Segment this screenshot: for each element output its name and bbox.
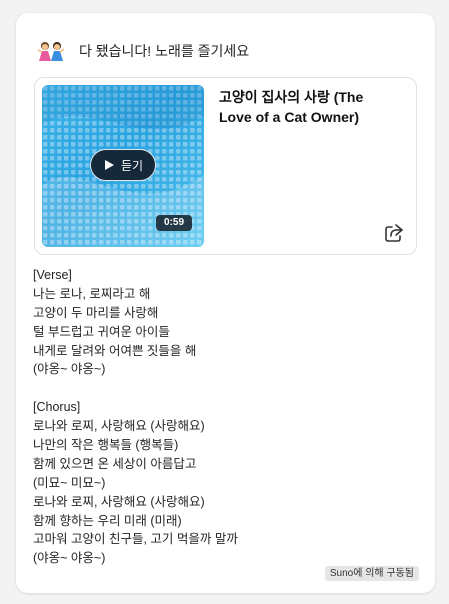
album-cover: 듣기 0:59 [42, 85, 204, 247]
lyric-line: 나만의 작은 행복들 (행복들) [33, 438, 179, 453]
share-icon [385, 224, 403, 242]
lyric-line: 털 부드럽고 귀여운 아이들 [33, 324, 170, 339]
song-title: 고양이 집사의 사랑 (The Love of a Cat Owner) [219, 89, 364, 125]
lyric-line: 함께 있으면 온 세상이 아름답고 [33, 456, 197, 471]
message-header: 다 됐습니다! 노래를 즐기세요 [36, 39, 249, 63]
play-button[interactable]: 듣기 [90, 149, 156, 181]
lyric-line [33, 379, 413, 398]
duration-badge: 0:59 [156, 215, 192, 231]
completion-message: 다 됐습니다! 노래를 즐기세요 [79, 43, 250, 59]
dancing-people-icon [36, 40, 66, 62]
lyrics-block: [Verse] 나는 로나, 로찌라고 해 고양이 두 마리를 사랑해 털 부드… [33, 266, 413, 568]
lyric-line: [Verse] [33, 268, 72, 282]
lyric-line: 로나와 로찌, 사랑해요 (사랑해요) [33, 494, 205, 509]
song-card: 듣기 0:59 고양이 집사의 사랑 (The Love of a Cat Ow… [34, 77, 417, 255]
lyric-line: 나는 로나, 로찌라고 해 [33, 286, 151, 301]
chat-message-card: 다 됐습니다! 노래를 즐기세요 듣기 0:59 고양이 집사의 사랑 (The… [16, 13, 435, 593]
share-button[interactable] [383, 222, 405, 244]
lyric-line: 로나와 로찌, 사랑해요 (사랑해요) [33, 419, 205, 434]
lyric-line: 고마워 고양이 친구들, 고기 먹을까 말까 [33, 532, 238, 547]
lyric-line: 내게로 달려와 어여쁜 짓들을 해 [33, 343, 197, 358]
lyric-line: 함께 향하는 우리 미래 (미래) [33, 513, 182, 528]
lyric-line: (미묘~ 미묘~) [33, 475, 106, 490]
powered-by-badge: Suno에 의해 구동됨 [324, 566, 419, 581]
play-icon [103, 159, 115, 171]
lyric-line: (야옹~ 야옹~) [33, 362, 106, 377]
lyric-line: [Chorus] [33, 400, 81, 415]
play-label: 듣기 [120, 158, 144, 173]
lyric-line: 고양이 두 마리를 사랑해 [33, 305, 159, 320]
